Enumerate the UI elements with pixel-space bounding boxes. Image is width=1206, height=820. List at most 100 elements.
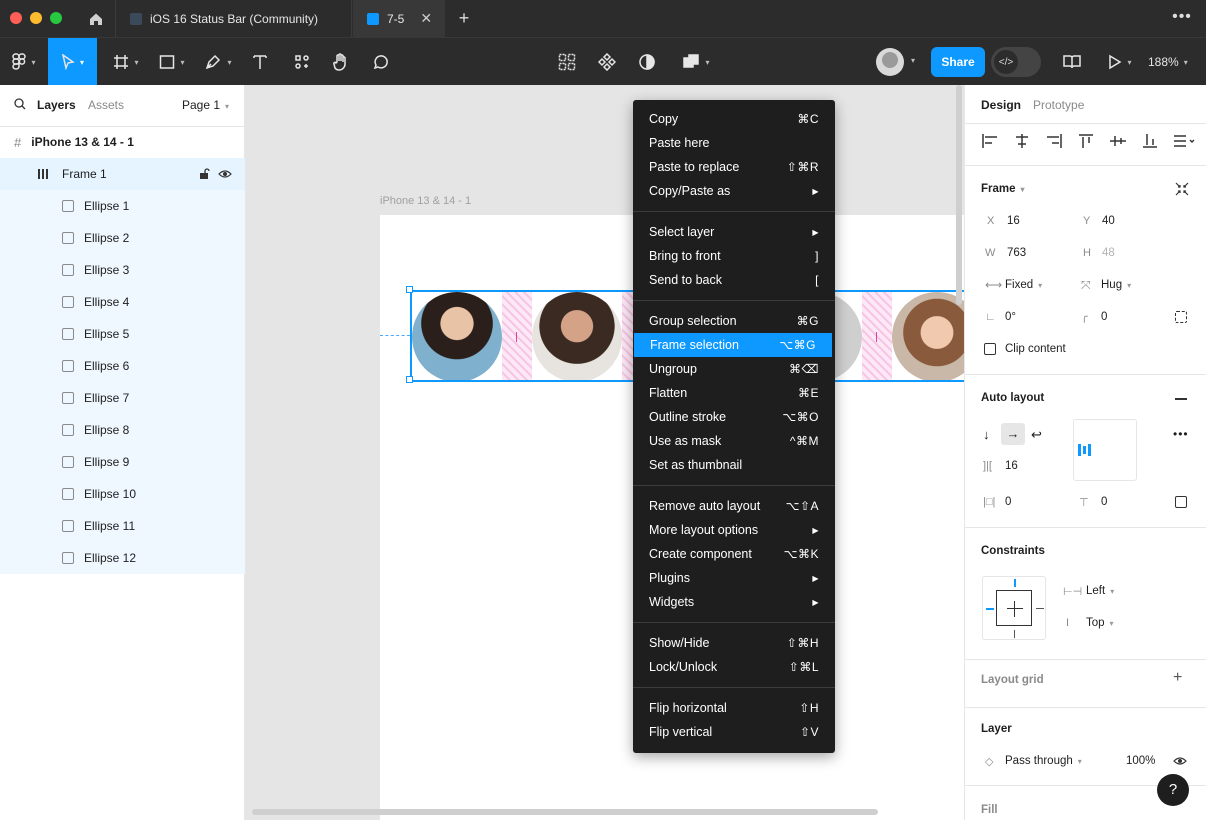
new-tab-button[interactable]: + [452, 6, 476, 30]
mask-button[interactable] [633, 38, 661, 86]
menu-item-outline-stroke[interactable]: Outline stroke ⌥⌘O [633, 405, 835, 429]
menu-item-lock-unlock[interactable]: Lock/Unlock ⇧⌘L [633, 655, 835, 679]
menu-item-use-as-mask[interactable]: Use as mask ^⌘M [633, 429, 835, 453]
maximize-window-button[interactable] [50, 12, 62, 24]
layer-item-ellipse[interactable]: Ellipse 6 [0, 350, 245, 382]
share-button[interactable]: Share [931, 47, 985, 77]
menu-item-frame-selection[interactable]: Frame selection ⌥⌘G [634, 333, 832, 357]
x-input[interactable]: 16 [1007, 215, 1020, 227]
present-button[interactable]: ▾ [1100, 38, 1140, 86]
height-mode-select[interactable]: Hug ▾ [1101, 279, 1131, 291]
menu-item-ungroup[interactable]: Ungroup ⌘⌫ [633, 357, 835, 381]
clip-content-checkbox[interactable] [984, 343, 996, 355]
horizontal-padding-input[interactable]: 0 [1005, 496, 1011, 508]
h-input[interactable]: 48 [1102, 247, 1115, 259]
rotation-input[interactable]: 0° [1005, 311, 1016, 323]
align-right-icon[interactable] [1045, 134, 1063, 148]
avatar[interactable] [876, 48, 904, 76]
independent-corners-icon[interactable] [1175, 311, 1187, 323]
menu-item-flip-vertical[interactable]: Flip vertical ⇧V [633, 720, 835, 744]
menu-item-send-to-back[interactable]: Send to back [ [633, 268, 835, 292]
constraints-widget[interactable] [982, 576, 1046, 640]
menu-item-bring-to-front[interactable]: Bring to front] [633, 244, 835, 268]
w-input[interactable]: 763 [1007, 247, 1026, 259]
layer-root-frame[interactable]: # iPhone 13 & 14 - 1 [0, 126, 245, 158]
text-tool-button[interactable] [246, 38, 274, 86]
menu-item-flip-horizontal[interactable]: Flip horizontal ⇧H [633, 696, 835, 720]
menu-item-show-hide[interactable]: Show/Hide ⇧⌘H [633, 631, 835, 655]
menu-item-plugins[interactable]: Plugins ▶ [633, 566, 835, 590]
vertical-constraint-select[interactable]: Top ▾ [1086, 617, 1114, 629]
menu-item-remove-auto-layout[interactable]: Remove auto layout ⌥⇧A [633, 494, 835, 518]
grid-button[interactable] [553, 38, 581, 86]
pen-tool-button[interactable]: ▾ [196, 38, 240, 86]
layer-item-ellipse[interactable]: Ellipse 8 [0, 414, 245, 446]
boolean-button[interactable]: ▾ [674, 38, 718, 86]
comment-tool-button[interactable] [366, 38, 394, 86]
ellipse-4-image[interactable] [892, 292, 964, 380]
resize-to-fit-icon[interactable] [1175, 182, 1189, 199]
page-selector[interactable]: Page 1 ▾ [182, 98, 229, 112]
home-button[interactable] [76, 0, 116, 37]
layer-item-ellipse[interactable]: Ellipse 7 [0, 382, 245, 414]
main-menu-button[interactable]: ▾ [0, 38, 48, 86]
close-tab-icon[interactable]: ✕ [420, 10, 432, 27]
tab-assets[interactable]: Assets [88, 98, 124, 112]
search-icon[interactable] [14, 98, 26, 113]
lock-icon[interactable] [199, 168, 210, 183]
resize-handle[interactable] [406, 286, 413, 293]
horizontal-constraint-select[interactable]: Left ▾ [1086, 585, 1114, 597]
remove-auto-layout-icon[interactable] [1175, 398, 1187, 400]
alignment-grid[interactable] [1073, 419, 1137, 481]
y-input[interactable]: 40 [1102, 215, 1115, 227]
individual-padding-icon[interactable] [1175, 496, 1187, 508]
align-bottom-icon[interactable] [1141, 134, 1159, 148]
constraint-bottom[interactable] [1014, 630, 1015, 638]
more-options-icon[interactable]: ••• [1173, 427, 1189, 441]
minimize-window-button[interactable] [30, 12, 42, 24]
menu-item-more-layout-options[interactable]: More layout options ▶ [633, 518, 835, 542]
gap-input[interactable]: 16 [1005, 460, 1018, 472]
distribute-icon[interactable] [1173, 134, 1197, 148]
horizontal-scrollbar[interactable] [252, 809, 878, 815]
more-icon[interactable]: ••• [1170, 6, 1194, 30]
canvas[interactable]: iPhone 13 & 14 - 1 [246, 85, 964, 820]
layer-item-ellipse[interactable]: Ellipse 12 [0, 542, 245, 574]
layer-item-ellipse[interactable]: Ellipse 10 [0, 478, 245, 510]
layer-item-ellipse[interactable]: Ellipse 3 [0, 254, 245, 286]
constraint-right[interactable] [1036, 608, 1044, 609]
close-window-button[interactable] [10, 12, 22, 24]
menu-item-set-as-thumbnail[interactable]: Set as thumbnail [633, 453, 835, 477]
shape-tool-button[interactable]: ▾ [150, 38, 194, 86]
tab-layers[interactable]: Layers [37, 98, 76, 112]
wrap-direction-icon[interactable]: ↩ [1031, 427, 1042, 443]
menu-item-paste-to-replace[interactable]: Paste to replace ⇧⌘R [633, 155, 835, 179]
menu-item-create-component[interactable]: Create component ⌥⌘K [633, 542, 835, 566]
visibility-eye-icon[interactable] [1173, 755, 1187, 770]
tab-7-5[interactable]: 7-5 ✕ [353, 0, 445, 37]
layer-item-ellipse[interactable]: Ellipse 5 [0, 318, 245, 350]
hand-tool-button[interactable] [326, 38, 356, 86]
align-vertical-center-icon[interactable] [1109, 134, 1127, 148]
menu-item-select-layer[interactable]: Select layer ▶ [633, 220, 835, 244]
layer-item-ellipse[interactable]: Ellipse 4 [0, 286, 245, 318]
align-left-icon[interactable] [981, 134, 999, 148]
eye-icon[interactable] [218, 168, 232, 183]
layer-item-ellipse[interactable]: Ellipse 1 [0, 190, 245, 222]
layer-item-ellipse[interactable]: Ellipse 11 [0, 510, 245, 542]
constraint-left[interactable] [986, 608, 994, 610]
menu-item-copy[interactable]: Copy ⌘C [633, 107, 835, 131]
tab-design[interactable]: Design [981, 98, 1021, 112]
menu-item-group-selection[interactable]: Group selection ⌘G [633, 309, 835, 333]
menu-item-flatten[interactable]: Flatten ⌘E [633, 381, 835, 405]
add-layout-grid-icon[interactable]: + [1173, 669, 1182, 687]
align-top-icon[interactable] [1077, 134, 1095, 148]
frame-tool-button[interactable]: ▾ [104, 38, 148, 86]
width-mode-select[interactable]: Fixed ▾ [1005, 279, 1042, 291]
component-button[interactable] [593, 38, 621, 86]
tab-prototype[interactable]: Prototype [1033, 98, 1084, 112]
menu-item-paste-here[interactable]: Paste here [633, 131, 835, 155]
align-horizontal-center-icon[interactable] [1013, 134, 1031, 148]
ellipse-2-image[interactable] [532, 292, 622, 380]
vertical-padding-input[interactable]: 0 [1101, 496, 1107, 508]
